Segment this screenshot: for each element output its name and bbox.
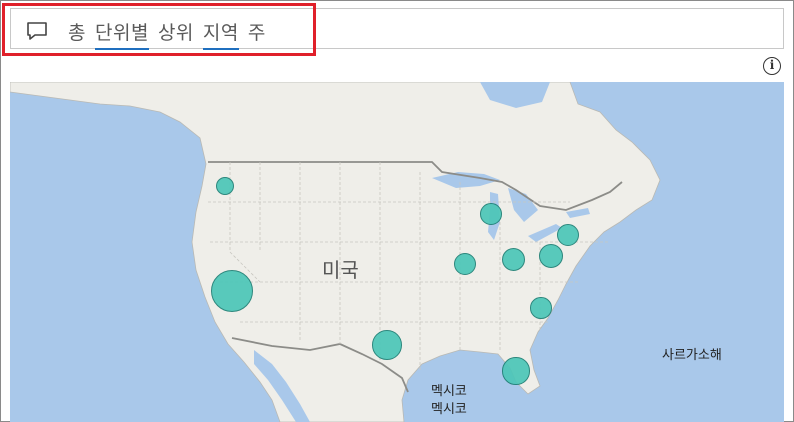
map-visual[interactable]: 미국 사르가소해 멕시코 멕시코 WashingtonCaliforniaTex… — [10, 82, 784, 422]
info-icon[interactable]: i — [763, 57, 781, 75]
qa-question-text[interactable]: 총 단위별 상위 지역 주 — [68, 18, 266, 45]
qa-token: 상위 — [157, 22, 194, 44]
map-canvas — [10, 82, 784, 422]
map-bubble-florida[interactable]: Florida — [502, 357, 530, 385]
map-bubble-texas[interactable]: Texas — [372, 330, 402, 360]
map-bubble-michigan[interactable]: Michigan — [480, 203, 502, 225]
map-bubble-new-york[interactable]: New York — [556, 223, 580, 247]
ocean-label-sargasso-sea: 사르가소해 — [662, 348, 722, 363]
qa-token: 총 — [68, 22, 86, 44]
map-bubble-illinois[interactable]: Illinois — [453, 252, 477, 276]
map-bubble-pennsylvania[interactable]: Pennsylvania — [538, 243, 564, 269]
qa-question-input[interactable]: 총 단위별 상위 지역 주 — [10, 8, 784, 49]
country-label-mexico-secondary: 멕시코 — [431, 402, 467, 417]
chat-bubble-icon — [27, 22, 47, 40]
map-bubble-north-carolina[interactable]: North Carolina — [530, 297, 552, 319]
map-bubble-california[interactable]: California — [211, 270, 253, 312]
qa-token-term-units[interactable]: 단위별 — [95, 22, 149, 44]
qa-token-term-region[interactable]: 지역 — [203, 22, 239, 44]
country-label-mexico: 멕시코 — [431, 384, 467, 399]
qa-token: 주 — [247, 22, 266, 44]
country-label-usa: 미국 — [322, 258, 359, 282]
